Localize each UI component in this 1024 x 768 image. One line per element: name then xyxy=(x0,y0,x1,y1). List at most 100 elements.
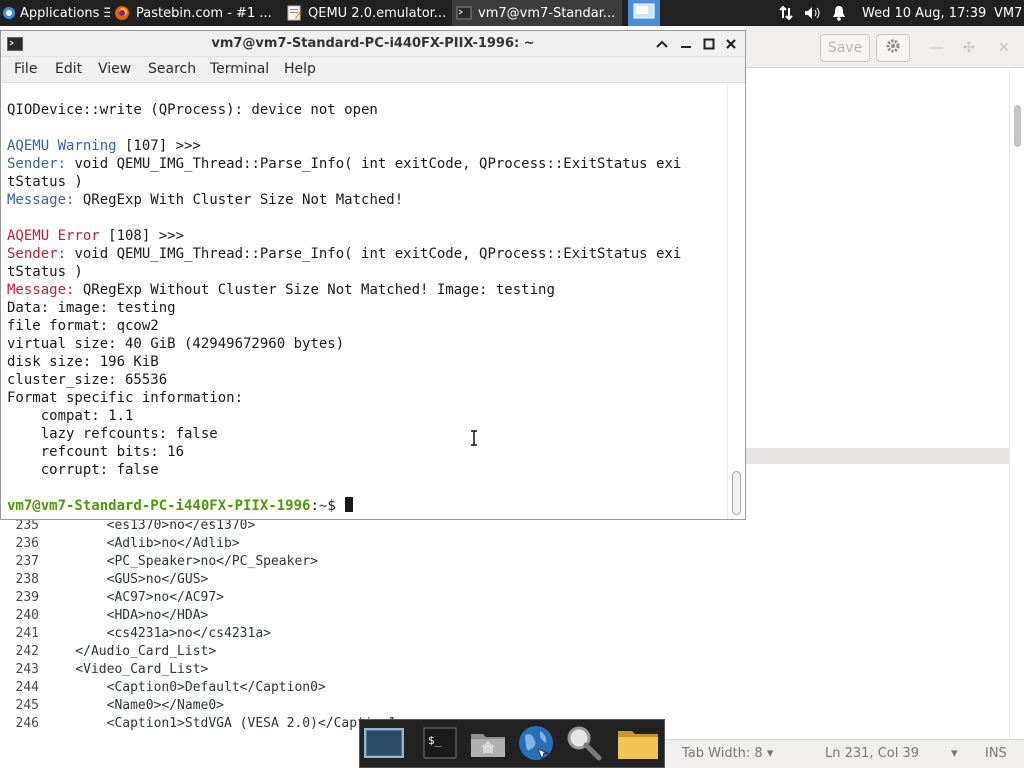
terminal-line: virtual size: 40 GiB (42949672960 bytes) xyxy=(7,335,344,353)
editor-text-area[interactable] xyxy=(745,69,1009,464)
line-text: <Caption1>StdVGA (VESA 2.0)</Caption1> xyxy=(44,716,405,731)
applications-icon xyxy=(2,6,16,20)
line-number: 237 xyxy=(15,554,39,569)
warning-label: AQEMU Warning xyxy=(7,138,117,154)
terminal-output[interactable]: QIODevice::write (QProcess): device not … xyxy=(1,83,727,519)
editor-statusbar: Tab Width: 8 ▾ Ln 231, Col 39 ▾ INS xyxy=(664,739,1024,768)
close-icon[interactable] xyxy=(722,35,740,53)
code-line: 238 <GUS>no</GUS> xyxy=(0,572,1009,590)
tab-width-label: Tab Width: 8 xyxy=(682,746,763,761)
terminal-prompt[interactable]: vm7@vm7-Standard-PC-i440FX-PIIX-1996:~$ xyxy=(7,497,354,515)
workspace-switcher[interactable] xyxy=(628,0,660,26)
maximize-icon[interactable] xyxy=(700,35,718,53)
notifications-indicator[interactable] xyxy=(831,0,849,26)
editor-menu-button[interactable] xyxy=(876,34,910,62)
user-label: VM7 xyxy=(994,5,1023,21)
firefox-icon xyxy=(114,5,130,21)
menu-terminal[interactable]: Terminal xyxy=(210,61,269,77)
dock-files[interactable] xyxy=(616,724,660,766)
line-number: 246 xyxy=(15,716,39,731)
menu-file[interactable]: File xyxy=(14,61,37,77)
editor-code-view[interactable]: 235 <es1370>no</es1370> 236 <Adlib>no</A… xyxy=(0,518,1009,740)
line-text: corrupt: false xyxy=(7,462,159,478)
line-text: </Audio_Card_List> xyxy=(44,644,217,659)
user-menu[interactable]: VM7 xyxy=(994,0,1024,26)
code-line: 243 <Video_Card_List> xyxy=(0,662,1009,680)
prompt-symbol: $ xyxy=(327,498,345,514)
code-line: 241 <cs4231a>no</cs4231a> xyxy=(0,626,1009,644)
line-text: QRegExp Without Cluster Size Not Matched… xyxy=(74,282,555,298)
taskbar-label: QEMU 2.0.emulator... xyxy=(308,5,447,21)
menu-view[interactable]: View xyxy=(98,61,131,77)
code-line: 239 <AC97>no</AC97> xyxy=(0,590,1009,608)
taskbar-item-terminal[interactable]: vm7@vm7-Standar... xyxy=(452,0,622,26)
maximize-icon[interactable]: ✣ xyxy=(963,40,975,56)
dock-browser[interactable] xyxy=(514,724,558,766)
line-text: disk size: 196 KiB xyxy=(7,354,159,370)
volume-indicator[interactable] xyxy=(804,0,824,26)
terminal-line: QIODevice::write (QProcess): device not … xyxy=(7,101,378,119)
tab-width-selector[interactable]: Tab Width: 8 ▾ xyxy=(682,746,773,761)
line-text: <HDA>no</HDA> xyxy=(44,608,209,623)
network-indicator[interactable] xyxy=(778,0,796,26)
menu-help[interactable]: Help xyxy=(284,61,316,77)
editor-scrollbar-thumb[interactable] xyxy=(1014,105,1021,147)
terminal-line: lazy refcounts: false xyxy=(7,425,218,443)
dock-home[interactable] xyxy=(466,724,510,766)
terminal-line: AQEMU Warning [107] >>> xyxy=(7,137,201,155)
taskbar-label: vm7@vm7-Standar... xyxy=(478,5,616,21)
code-line: 240 <HDA>no</HDA> xyxy=(0,608,1009,626)
error-label: AQEMU Error xyxy=(7,228,100,244)
terminal-line: disk size: 196 KiB xyxy=(7,353,159,371)
volume-icon xyxy=(804,5,820,21)
line-number: 242 xyxy=(15,644,39,659)
taskbar-item-qemu[interactable]: QEMU 2.0.emulator... xyxy=(282,0,450,26)
terminal-icon xyxy=(456,5,472,21)
code-line: 237 <PC_Speaker>no</PC_Speaker> xyxy=(0,554,1009,572)
applications-menu[interactable]: Applications ☰ xyxy=(2,0,110,26)
line-text: <cs4231a>no</cs4231a> xyxy=(44,626,271,641)
save-label: Save xyxy=(827,40,863,56)
line-text: virtual size: 40 GiB (42949672960 bytes) xyxy=(7,336,345,352)
cursor-position-selector[interactable]: Ln 231, Col 39 ▾ xyxy=(825,746,958,761)
line-text: <GUS>no</GUS> xyxy=(44,572,209,587)
minimize-icon[interactable]: — xyxy=(930,40,944,56)
gear-icon xyxy=(885,38,901,58)
terminal-line: tStatus ) xyxy=(7,173,83,191)
terminal-line: tStatus ) xyxy=(7,263,83,281)
dock-terminal[interactable]: $_ xyxy=(418,724,462,766)
dock-show-desktop[interactable] xyxy=(362,724,406,766)
chevron-down-icon: ▾ xyxy=(766,746,774,761)
line-text: <AC97>no</AC97> xyxy=(44,590,225,605)
code-line: 235 <es1370>no</es1370> xyxy=(0,518,1009,536)
terminal-titlebar[interactable]: vm7@vm7-Standard-PC-i440FX-PIIX-1996: ~ xyxy=(1,31,745,57)
menu-edit[interactable]: Edit xyxy=(55,61,82,77)
taskbar-item-pastebin[interactable]: Pastebin.com - #1 ... xyxy=(110,0,280,26)
applications-label: Applications xyxy=(20,5,100,21)
line-number: 239 xyxy=(15,590,39,605)
line-number: 235 xyxy=(15,518,39,533)
menu-search[interactable]: Search xyxy=(148,61,196,77)
chevron-up-icon[interactable] xyxy=(653,35,671,53)
prompt-separator: : xyxy=(310,498,319,514)
files-icon xyxy=(616,725,660,765)
save-button[interactable]: Save xyxy=(820,34,870,62)
line-text: refcount bits: 16 xyxy=(7,444,185,460)
line-text: <es1370>no</es1370> xyxy=(44,518,256,533)
line-number: 240 xyxy=(15,608,39,623)
dock-search[interactable] xyxy=(562,724,606,766)
line-text: file format: qcow2 xyxy=(7,318,159,334)
close-icon[interactable]: ✕ xyxy=(998,40,1010,56)
dock: $_ xyxy=(359,719,665,768)
line-text: [108] >>> xyxy=(99,228,185,244)
minimize-icon[interactable] xyxy=(677,35,695,53)
text-cursor xyxy=(345,497,354,512)
editor-scrollbar[interactable] xyxy=(1009,69,1024,739)
text-editor-icon xyxy=(286,5,302,21)
terminal-line: AQEMU Error [108] >>> xyxy=(7,227,184,245)
terminal-scrollbar-thumb[interactable] xyxy=(732,471,741,515)
clock[interactable]: Wed 10 Aug, 17:39 xyxy=(862,0,990,26)
web-browser-icon xyxy=(516,723,556,767)
terminal-scrollbar[interactable] xyxy=(727,83,745,519)
terminal-line: Sender: void QEMU_IMG_Thread::Parse_Info… xyxy=(7,155,681,173)
